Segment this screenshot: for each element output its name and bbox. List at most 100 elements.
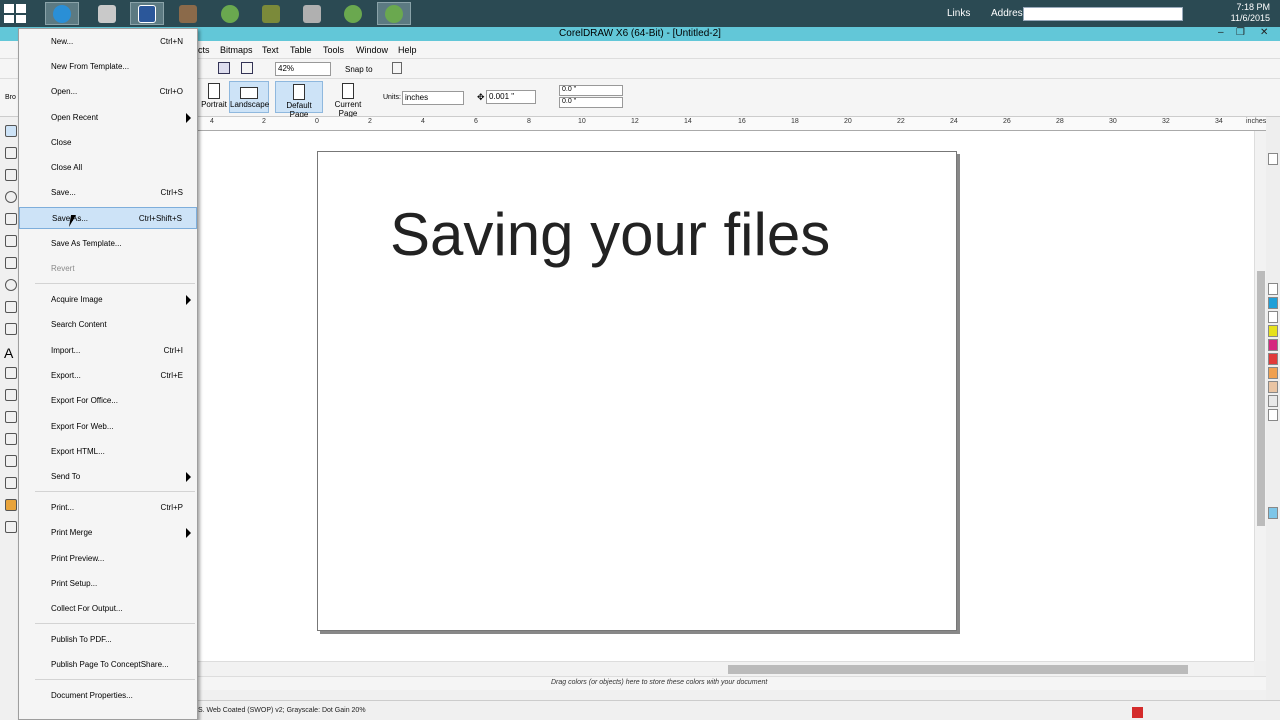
start-button[interactable] (4, 4, 26, 23)
basic-shapes-tool-icon[interactable] (5, 323, 17, 335)
app-taskbar-icon-6[interactable] (377, 2, 411, 25)
app-taskbar-icon-2[interactable] (171, 2, 205, 25)
outline-tool-icon[interactable] (5, 477, 17, 489)
menu-window[interactable]: Window (356, 45, 388, 55)
swatch-peach[interactable] (1268, 381, 1278, 393)
document-palette-bar[interactable]: Drag colors (or objects) here to store t… (198, 676, 1266, 690)
snap-to-dropdown[interactable]: Snap to (345, 65, 373, 74)
restore-icon[interactable]: ❐ (1236, 27, 1245, 38)
system-clock[interactable]: 7:18 PM 11/6/2015 (1231, 2, 1270, 24)
menu-item-search-content[interactable]: Search Content (35, 314, 197, 336)
vertical-scroll-thumb[interactable] (1257, 271, 1265, 526)
options-icon[interactable] (392, 62, 402, 74)
menu-item-save[interactable]: Save... Ctrl+S (35, 182, 197, 204)
portrait-button[interactable]: Portrait (200, 81, 228, 113)
menu-item-collect-for-output[interactable]: Collect For Output... (35, 598, 197, 620)
menu-item-export-for-office[interactable]: Export For Office... (35, 390, 197, 412)
menu-item-document-properties[interactable]: Document Properties... (35, 685, 197, 707)
dimension-tool-icon[interactable] (5, 389, 17, 401)
nudge-distance-input[interactable]: 0.001 " (486, 90, 536, 104)
zoom-select[interactable]: 42% (275, 62, 331, 76)
app-taskbar-icon-1[interactable] (90, 2, 124, 25)
address-input[interactable] (1023, 7, 1183, 21)
horizontal-scrollbar[interactable] (198, 661, 1254, 676)
current-page-button[interactable]: Current Page (325, 81, 371, 118)
crop-tool-icon[interactable] (5, 169, 17, 181)
swatch-orange[interactable] (1268, 367, 1278, 379)
swatch-magenta[interactable] (1268, 339, 1278, 351)
smart-fill-tool-icon[interactable] (5, 235, 17, 247)
shape-tool-icon[interactable] (5, 147, 17, 159)
links-label[interactable]: Links (947, 8, 970, 19)
menu-item-acquire-image[interactable]: Acquire Image (35, 289, 197, 311)
connector-tool-icon[interactable] (5, 411, 17, 423)
eyedropper-tool-icon[interactable] (5, 455, 17, 467)
swatch-cyan[interactable] (1268, 297, 1278, 309)
vertical-scrollbar[interactable] (1254, 131, 1266, 661)
menu-item-send-to[interactable]: Send To (35, 466, 197, 488)
menu-item-export-for-web[interactable]: Export For Web... (35, 416, 197, 438)
app-taskbar-icon-4[interactable] (295, 2, 329, 25)
drawing-page[interactable]: Saving your files (317, 151, 957, 631)
table-tool-icon[interactable] (5, 367, 17, 379)
word-taskbar-icon[interactable] (130, 2, 164, 25)
fill-color-swatch[interactable] (1132, 707, 1143, 718)
menu-item-open[interactable]: Open... Ctrl+O (35, 81, 197, 103)
rectangle-tool-icon[interactable] (5, 257, 17, 269)
menu-table[interactable]: Table (290, 45, 312, 55)
menu-item-close-all[interactable]: Close All (35, 157, 197, 179)
horizontal-scroll-thumb[interactable] (728, 665, 1188, 674)
default-page-button[interactable]: Default Page (275, 81, 323, 119)
swatch-red[interactable] (1268, 353, 1278, 365)
freehand-tool-icon[interactable] (5, 213, 17, 225)
menu-item-print-setup[interactable]: Print Setup... (35, 573, 197, 595)
color-profile-status[interactable]: S. Web Coated (SWOP) v2; Grayscale: Dot … (198, 707, 366, 714)
swatch-yellow[interactable] (1268, 325, 1278, 337)
swatch-white-2[interactable] (1268, 283, 1278, 295)
menu-item-import[interactable]: Import... Ctrl+I (35, 340, 197, 362)
ie-taskbar-icon[interactable] (45, 2, 79, 25)
polygon-tool-icon[interactable] (5, 301, 17, 313)
blend-tool-icon[interactable] (5, 433, 17, 445)
app-taskbar-icon-3[interactable] (254, 2, 288, 25)
page-title-text[interactable]: Saving your files (390, 200, 830, 269)
menu-item-print-merge[interactable]: Print Merge (35, 522, 197, 544)
launcher-icon[interactable] (218, 62, 230, 74)
menu-item-close[interactable]: Close (35, 132, 197, 154)
units-select[interactable]: inches (402, 91, 464, 105)
duplicate-y-input[interactable]: 0.0 " (559, 97, 623, 108)
interactive-fill-tool-icon[interactable] (5, 521, 17, 533)
swatch-white-3[interactable] (1268, 409, 1278, 421)
menu-item-save-as[interactable]: Save As... Ctrl+Shift+S (19, 207, 197, 229)
close-icon[interactable]: ✕ (1260, 27, 1268, 38)
text-tool-icon[interactable]: A (4, 345, 16, 361)
app-taskbar-icon-5[interactable] (336, 2, 370, 25)
menu-item-export[interactable]: Export... Ctrl+E (35, 365, 197, 387)
menu-item-save-as-template[interactable]: Save As Template... (35, 233, 197, 255)
swatch-light-blue[interactable] (1268, 507, 1278, 519)
swatch-white[interactable] (1268, 153, 1278, 165)
menu-text[interactable]: Text (262, 45, 279, 55)
menu-item-publish-to-conceptshare[interactable]: Publish Page To ConceptShare... (35, 654, 197, 676)
duplicate-x-input[interactable]: 0.0 " (559, 85, 623, 96)
menu-item-print[interactable]: Print... Ctrl+P (35, 497, 197, 519)
menu-item-new-from-template[interactable]: New From Template... (35, 56, 197, 78)
menu-item-export-html[interactable]: Export HTML... (35, 441, 197, 463)
fill-tool-icon[interactable] (5, 499, 17, 511)
horizontal-ruler[interactable]: 4 2 0 2 4 6 8 10 12 14 16 18 20 22 24 26… (198, 117, 1268, 131)
ellipse-tool-icon[interactable] (5, 279, 17, 291)
swatch-light-gray[interactable] (1268, 395, 1278, 407)
menu-item-new[interactable]: New... Ctrl+N (35, 31, 197, 53)
swatch-light[interactable] (1268, 311, 1278, 323)
minimize-icon[interactable]: – (1218, 27, 1224, 38)
screen-icon[interactable] (241, 62, 253, 74)
coreldraw-taskbar-icon[interactable] (213, 2, 247, 25)
menu-tools[interactable]: Tools (323, 45, 344, 55)
menu-bitmaps[interactable]: Bitmaps (220, 45, 253, 55)
font-field-partial[interactable]: Bro (5, 94, 16, 101)
menu-item-open-recent[interactable]: Open Recent (35, 107, 197, 129)
menu-item-publish-to-pdf[interactable]: Publish To PDF... (35, 629, 197, 651)
menu-effects[interactable]: cts (198, 45, 210, 55)
menu-help[interactable]: Help (398, 45, 417, 55)
zoom-tool-icon[interactable] (5, 191, 17, 203)
